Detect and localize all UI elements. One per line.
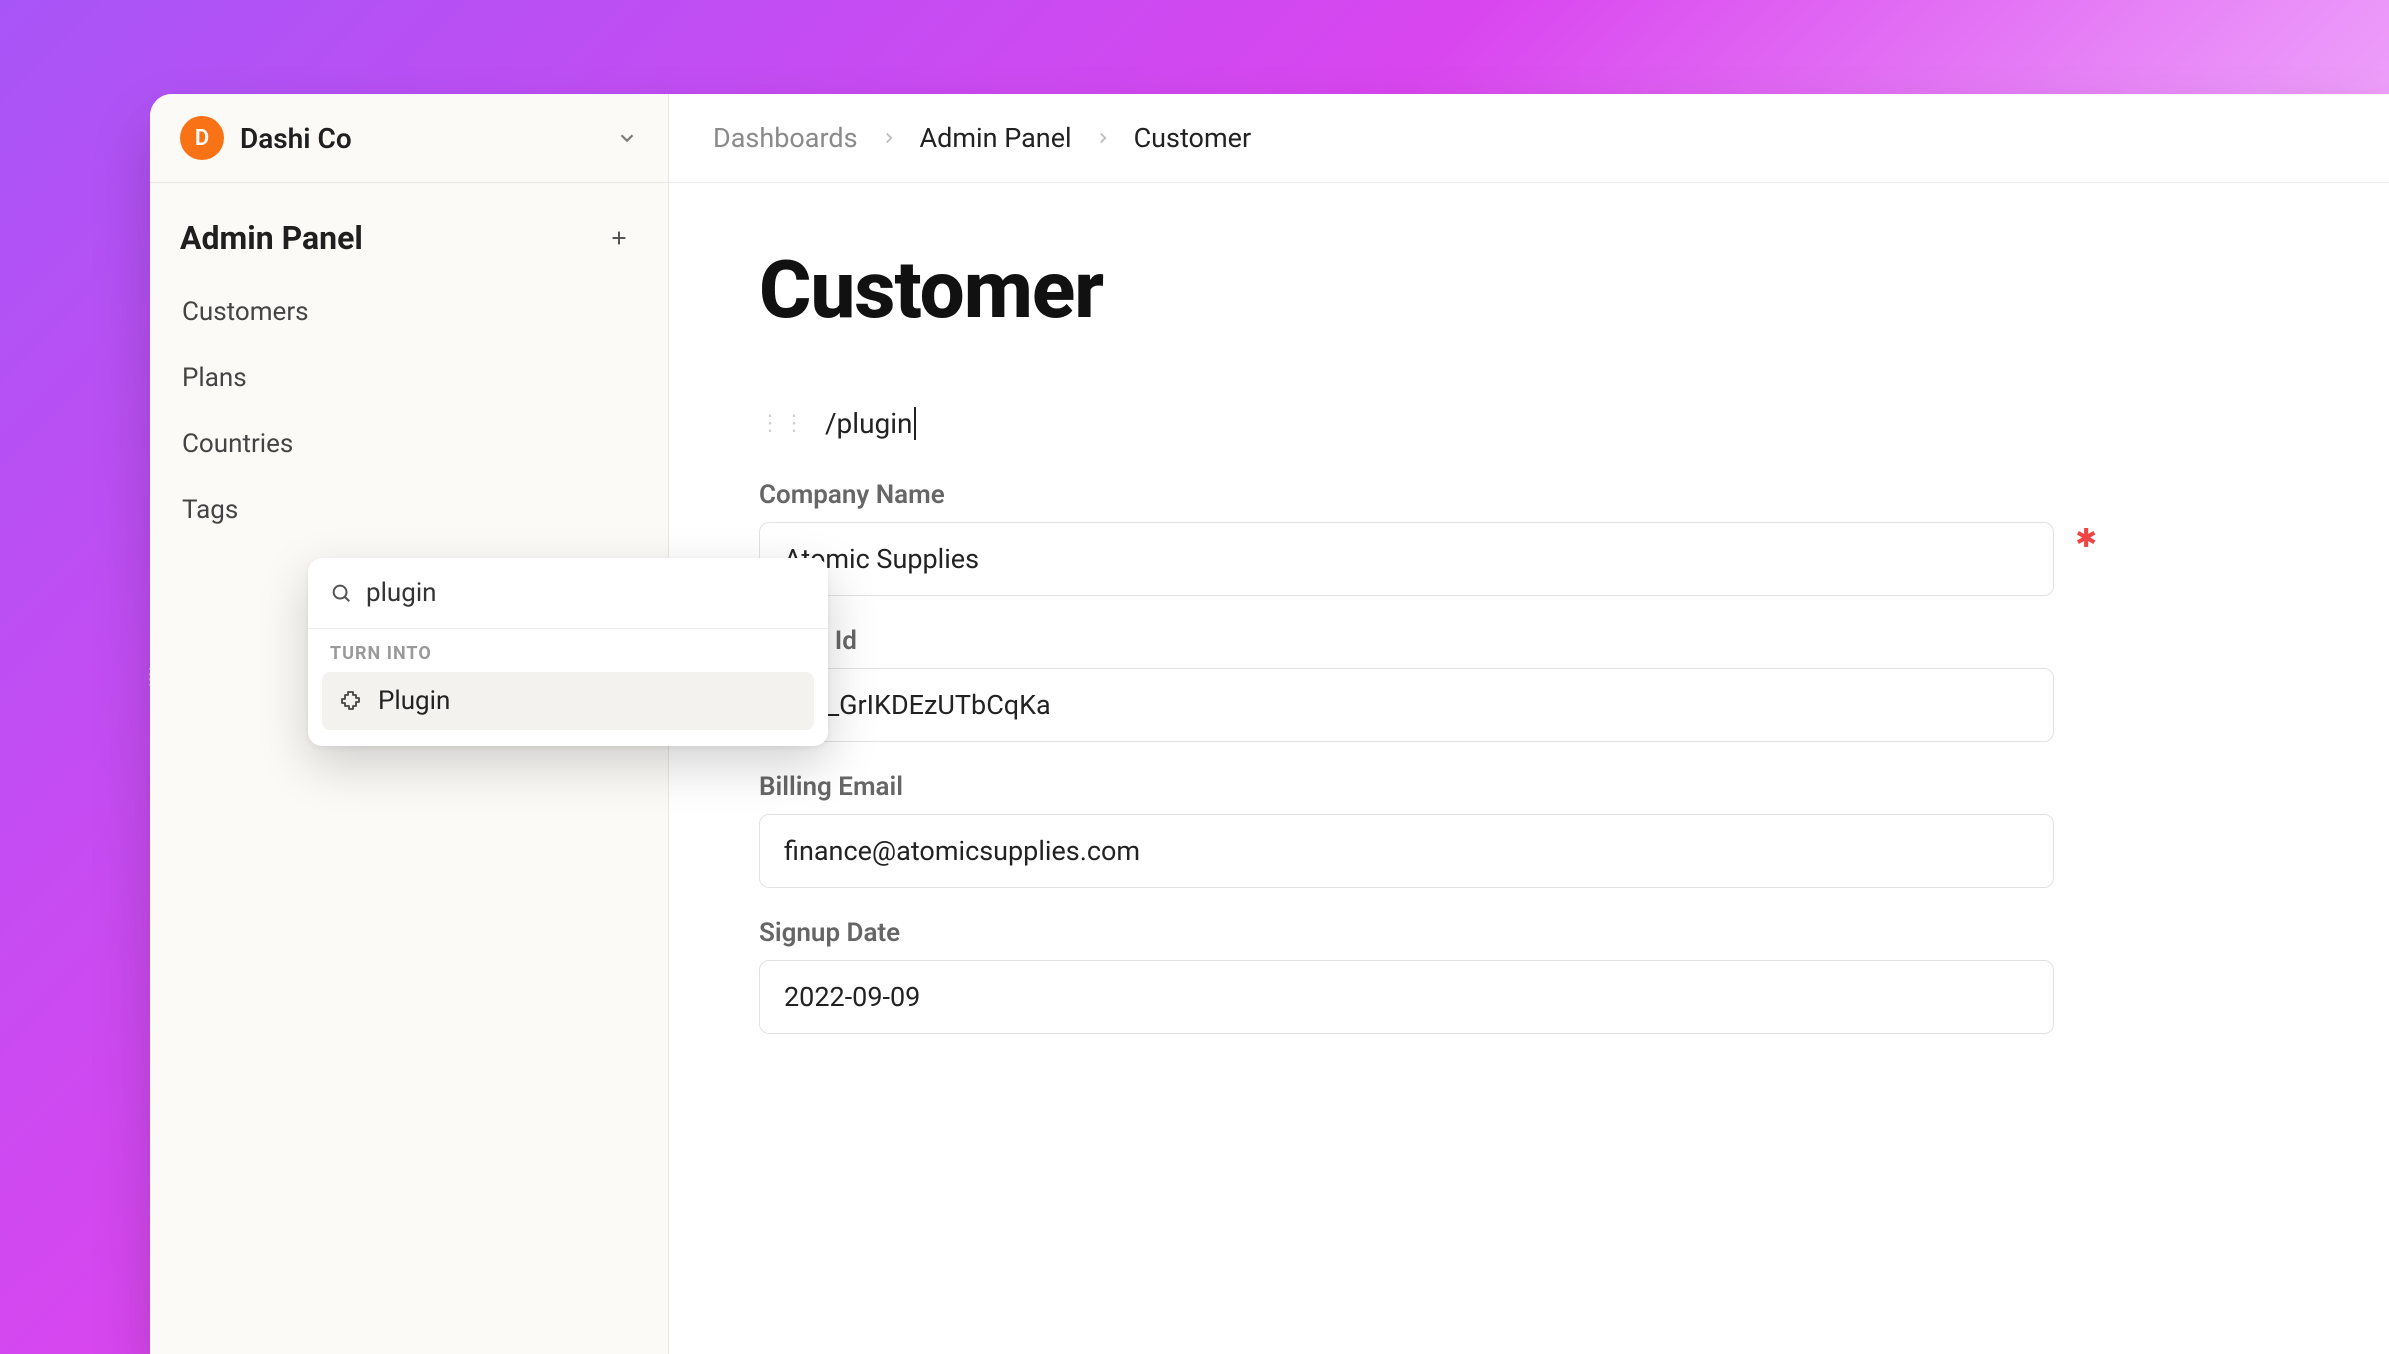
command-section-label: TURN INTO	[308, 629, 828, 672]
chevron-down-icon	[616, 127, 638, 149]
slash-command-block[interactable]: ⋮⋮ /plugin	[759, 407, 2089, 440]
field-company-name: Company Name ✱	[759, 480, 2089, 596]
sidebar-item-customers[interactable]: Customers	[160, 279, 658, 345]
chevron-right-icon	[880, 129, 898, 147]
page-content: Customer ⋮⋮ /plugin Company Name ✱ Strip…	[669, 183, 2089, 1064]
input-company-name[interactable]	[759, 522, 2054, 596]
field-billing-email: Billing Email	[759, 772, 2089, 888]
add-page-button[interactable]	[600, 223, 638, 253]
field-signup-date: Signup Date	[759, 918, 2089, 1034]
slash-command-input[interactable]: /plugin	[825, 407, 916, 440]
sidebar-item-tags[interactable]: Tags	[160, 477, 658, 543]
input-stripe-id[interactable]	[759, 668, 2054, 742]
app-window: D Dashi Co Admin Panel Customers Plans C…	[150, 94, 2389, 1354]
org-avatar: D	[180, 116, 224, 160]
command-search-row	[308, 558, 828, 629]
input-signup-date[interactable]	[759, 960, 2054, 1034]
chevron-right-icon	[1094, 129, 1112, 147]
sidebar-item-plans[interactable]: Plans	[160, 345, 658, 411]
command-search-input[interactable]	[366, 578, 806, 608]
breadcrumb: Dashboards Admin Panel Customer	[669, 94, 2389, 183]
breadcrumb-customer[interactable]: Customer	[1134, 122, 1252, 154]
field-stripe-id: Stripe Id	[759, 626, 2089, 742]
required-asterisk-icon: ✱	[2075, 524, 2097, 554]
org-name: Dashi Co	[240, 122, 600, 155]
plugin-icon	[338, 689, 362, 713]
sidebar-title: Admin Panel	[180, 219, 363, 257]
command-item-plugin[interactable]: Plugin	[322, 672, 814, 730]
page-title: Customer	[759, 243, 2089, 337]
command-item-label: Plugin	[378, 686, 450, 716]
sidebar: D Dashi Co Admin Panel Customers Plans C…	[150, 94, 669, 1354]
drag-handle-icon[interactable]: ⋮⋮	[759, 411, 807, 436]
org-switcher[interactable]: D Dashi Co	[150, 94, 668, 183]
sidebar-item-countries[interactable]: Countries	[160, 411, 658, 477]
command-items: Plugin	[308, 672, 828, 746]
search-icon	[330, 582, 352, 604]
sidebar-panel-header: Admin Panel	[150, 183, 668, 275]
command-popover: TURN INTO Plugin	[308, 558, 828, 746]
input-billing-email[interactable]	[759, 814, 2054, 888]
main-area: Dashboards Admin Panel Customer Customer…	[669, 94, 2389, 1354]
field-label-stripe-id: Stripe Id	[759, 626, 2089, 656]
sidebar-nav: Customers Plans Countries Tags	[150, 275, 668, 547]
breadcrumb-dashboards[interactable]: Dashboards	[713, 122, 858, 154]
field-label-company-name: Company Name	[759, 480, 2089, 510]
field-label-signup-date: Signup Date	[759, 918, 2089, 948]
breadcrumb-admin-panel[interactable]: Admin Panel	[920, 122, 1072, 154]
field-label-billing-email: Billing Email	[759, 772, 2089, 802]
